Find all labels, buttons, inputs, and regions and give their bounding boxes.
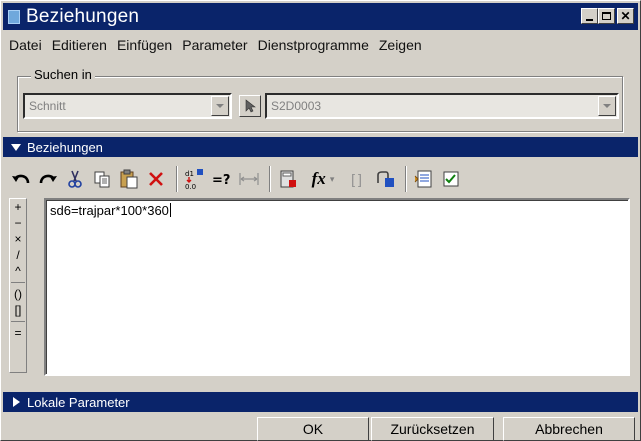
collapse-arrow-icon — [11, 143, 21, 151]
toolbar-separator — [269, 166, 271, 192]
search-in-label: Suchen in — [31, 67, 95, 82]
minimize-button[interactable] — [581, 8, 598, 24]
minimize-icon — [586, 18, 593, 21]
operator-minus[interactable]: − — [10, 215, 26, 231]
select-dimension-button[interactable] — [373, 167, 397, 191]
pointer-arrow-icon — [245, 99, 256, 113]
maximize-icon — [602, 12, 611, 20]
operator-plus[interactable]: + — [10, 199, 26, 215]
toolbar-separator — [405, 166, 407, 192]
measure-button[interactable] — [237, 167, 261, 191]
chevron-down-icon[interactable] — [211, 96, 229, 116]
pick-dimension-icon — [377, 171, 394, 187]
checkbox-checked-icon — [443, 171, 459, 187]
app-icon — [8, 9, 20, 24]
filter-select[interactable]: Schnitt — [23, 93, 232, 119]
redo-icon — [39, 174, 57, 184]
operator-palette: + − × / ^ () [] = — [9, 198, 27, 373]
relations-editor[interactable]: sd6=trajpar*100*360 — [44, 198, 630, 376]
evaluate-button[interactable]: =? — [210, 167, 234, 191]
sort-relations-button[interactable]: d1 0.0 — [183, 167, 207, 191]
svg-text:d1: d1 — [185, 170, 194, 178]
insert-parameter-button[interactable]: [] — [346, 167, 370, 191]
show-info-button[interactable] — [412, 167, 436, 191]
toolbar-separator — [176, 166, 178, 192]
verify-relations-button[interactable] — [439, 167, 463, 191]
local-parameters-title: Lokale Parameter — [27, 394, 130, 410]
local-parameters-section-header[interactable]: Lokale Parameter — [3, 392, 638, 412]
menu-editieren[interactable]: Editieren — [47, 37, 112, 57]
evaluate-icon: =? — [212, 173, 230, 188]
info-list-icon — [414, 170, 432, 188]
relations-section-title: Beziehungen — [27, 139, 103, 155]
text-caret — [169, 203, 171, 217]
object-select[interactable]: S2D0003 — [265, 93, 619, 119]
window-title: Beziehungen — [26, 5, 140, 27]
operator-separator — [11, 321, 25, 322]
menu-zeigen[interactable]: Zeigen — [374, 37, 427, 57]
menu-einfuegen[interactable]: Einfügen — [112, 37, 177, 57]
maximize-button[interactable] — [598, 8, 615, 24]
paste-icon — [120, 169, 138, 189]
expand-arrow-icon — [13, 397, 20, 407]
verify-button[interactable] — [276, 167, 300, 191]
operator-multiply[interactable]: × — [10, 231, 26, 247]
operator-equals[interactable]: = — [10, 325, 26, 341]
operator-parentheses[interactable]: () — [10, 286, 26, 302]
ok-button[interactable]: OK — [257, 417, 369, 441]
title-bar[interactable]: Beziehungen ✕ — [3, 3, 638, 30]
copy-icon — [94, 171, 110, 188]
scissors-icon — [68, 170, 82, 188]
chevron-down-icon[interactable] — [598, 96, 616, 116]
paste-button[interactable] — [117, 167, 141, 191]
relations-text: sd6=trajpar*100*360 — [50, 203, 169, 218]
delete-x-icon — [149, 172, 163, 186]
relations-section-header[interactable]: Beziehungen — [3, 137, 638, 157]
object-select-value: S2D0003 — [271, 99, 322, 113]
operator-brackets[interactable]: [] — [10, 302, 26, 318]
menu-bar: Datei Editieren Einfügen Parameter Diens… — [4, 37, 427, 57]
relations-toolbar: d1 0.0 =? fx ▾ [] — [9, 163, 466, 195]
copy-button[interactable] — [90, 167, 114, 191]
window-controls: ✕ — [581, 8, 634, 24]
insert-function-button[interactable]: fx ▾ — [303, 167, 343, 191]
reset-button[interactable]: Zurücksetzen — [371, 417, 494, 441]
svg-text:=?: =? — [212, 173, 230, 188]
calculator-icon — [280, 170, 296, 188]
operator-divide[interactable]: / — [10, 247, 26, 263]
menu-datei[interactable]: Datei — [4, 37, 47, 57]
sort-numbers-icon: d1 0.0 — [185, 169, 203, 190]
menu-parameter[interactable]: Parameter — [177, 37, 252, 57]
undo-icon — [12, 174, 30, 184]
dimension-icon — [239, 173, 259, 185]
close-icon: ✕ — [620, 9, 631, 23]
delete-button[interactable] — [144, 167, 168, 191]
operator-power[interactable]: ^ — [10, 263, 26, 279]
undo-button[interactable] — [9, 167, 33, 191]
cut-button[interactable] — [63, 167, 87, 191]
menu-dienstprogramme[interactable]: Dienstprogramme — [253, 37, 374, 57]
function-fx-icon: fx — [311, 169, 326, 188]
filter-select-value: Schnitt — [29, 99, 66, 113]
chevron-down-icon: ▾ — [329, 173, 335, 184]
cancel-button[interactable]: Abbrechen — [503, 417, 635, 441]
relations-window: Beziehungen ✕ Datei Editieren Einfügen P… — [0, 0, 641, 441]
redo-button[interactable] — [36, 167, 60, 191]
close-button[interactable]: ✕ — [617, 8, 634, 24]
operator-separator — [11, 282, 25, 283]
select-object-button[interactable] — [239, 95, 261, 117]
svg-text:0.0: 0.0 — [185, 183, 196, 190]
brackets-icon: [] — [351, 171, 365, 187]
